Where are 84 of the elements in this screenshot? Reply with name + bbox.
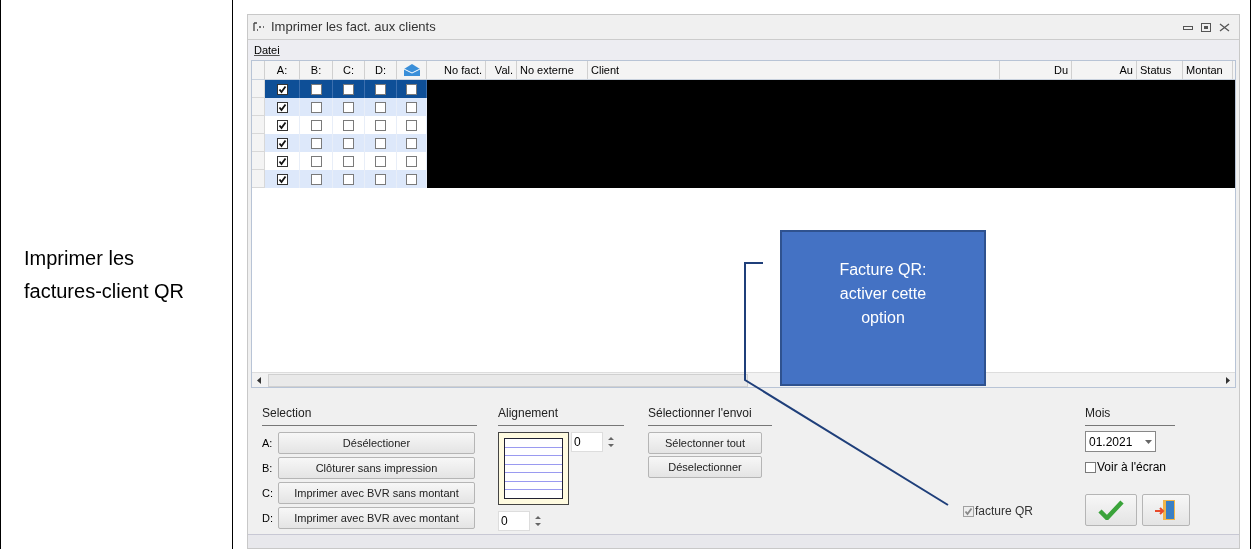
column-header[interactable]: No externe: [517, 61, 588, 79]
row-checkbox[interactable]: [406, 101, 417, 113]
spinner-icon[interactable]: [534, 514, 542, 528]
table-row[interactable]: [252, 152, 427, 170]
row-checkbox[interactable]: [375, 101, 386, 113]
minimize-icon[interactable]: [1183, 23, 1193, 31]
action-button[interactable]: Sélectonner tout: [648, 432, 762, 454]
row-checkbox[interactable]: [276, 173, 288, 185]
row-checkbox[interactable]: [406, 173, 417, 185]
offset-field[interactable]: 0: [498, 511, 530, 531]
row-checkbox[interactable]: [406, 137, 417, 149]
column-header[interactable]: D:: [365, 61, 397, 79]
row-checkbox[interactable]: [406, 83, 417, 95]
option-letter: D:: [262, 510, 274, 526]
scrollbar-thumb[interactable]: [268, 373, 748, 387]
window-icon: [253, 22, 265, 32]
table-row[interactable]: [252, 98, 427, 116]
callout-text: Facture QR: activer cette option: [838, 260, 928, 328]
offset-field[interactable]: 0: [571, 432, 603, 452]
table-row[interactable]: [252, 116, 427, 134]
row-checkbox[interactable]: [310, 155, 322, 167]
column-header[interactable]: A:: [265, 61, 300, 79]
row-checkbox[interactable]: [276, 101, 288, 113]
section-title: Sélectionner l'envoi: [648, 404, 772, 426]
checkmark-icon: [1098, 500, 1124, 520]
maximize-icon[interactable]: [1201, 22, 1211, 32]
column-header[interactable]: B:: [300, 61, 333, 79]
section-title: Alignement: [498, 404, 624, 426]
row-checkbox[interactable]: [375, 119, 386, 131]
row-checkbox[interactable]: [343, 119, 354, 131]
row-checkbox[interactable]: [406, 119, 417, 131]
option-letter: B:: [262, 460, 274, 476]
column-header[interactable]: Val.: [486, 61, 517, 79]
caret-icon: [1145, 439, 1152, 444]
row-checkbox[interactable]: [375, 155, 386, 167]
column-header[interactable]: Montan: [1183, 61, 1233, 79]
row-checkbox[interactable]: [375, 173, 386, 185]
action-button[interactable]: Imprimer avec BVR sans montant: [278, 482, 475, 504]
column-header[interactable]: No fact.: [427, 61, 486, 79]
option-letter: A:: [262, 435, 274, 451]
window-title: Imprimer les fact. aux clients: [271, 18, 436, 37]
action-button[interactable]: Imprimer avec BVR avec montant: [278, 507, 475, 529]
column-header[interactable]: Client: [588, 61, 1000, 79]
row-checkbox[interactable]: [310, 137, 322, 149]
row-checkbox[interactable]: [276, 83, 288, 95]
close-icon[interactable]: [1219, 22, 1230, 32]
row-checkbox[interactable]: [310, 101, 322, 113]
column-header[interactable]: C:: [333, 61, 365, 79]
column-header[interactable]: Au: [1072, 61, 1137, 79]
row-checkbox[interactable]: [343, 155, 354, 167]
menu-item[interactable]: Datei: [254, 41, 280, 59]
table-row[interactable]: [252, 80, 427, 98]
checkbox-label: Voir à l'écran: [1097, 459, 1166, 476]
column-header[interactable]: Du: [1000, 61, 1072, 79]
spinner-icon[interactable]: [607, 435, 615, 449]
row-checkbox[interactable]: [276, 137, 288, 149]
row-checkbox[interactable]: [343, 83, 354, 95]
screen-checkbox[interactable]: [1085, 461, 1096, 473]
row-checkbox[interactable]: [343, 101, 354, 113]
action-button[interactable]: Clôturer sans impression: [278, 457, 475, 479]
table-row[interactable]: [252, 170, 427, 188]
row-checkbox[interactable]: [310, 173, 322, 185]
row-checkbox[interactable]: [343, 173, 354, 185]
row-checkbox[interactable]: [343, 137, 354, 149]
row-checkbox[interactable]: [375, 83, 386, 95]
caption-text: Imprimer les factures-client QR: [24, 245, 186, 304]
row-checkbox[interactable]: [310, 83, 322, 95]
action-button[interactable]: Déselectionner: [648, 456, 762, 478]
confirm-button[interactable]: [1085, 494, 1137, 526]
table-row[interactable]: [252, 134, 427, 152]
checkbox-label: facture QR: [974, 503, 1033, 520]
action-button[interactable]: Désélectioner: [278, 432, 475, 454]
exit-button[interactable]: [1142, 494, 1190, 526]
row-checkbox[interactable]: [406, 155, 417, 167]
month-dropdown[interactable]: 01.2021: [1085, 431, 1156, 452]
section-title: Selection: [262, 404, 477, 426]
row-checkbox[interactable]: [276, 119, 288, 131]
row-checkbox[interactable]: [276, 155, 288, 167]
column-header[interactable]: Status: [1137, 61, 1183, 79]
option-letter: C:: [262, 485, 274, 501]
row-checkbox[interactable]: [375, 137, 386, 149]
section-title: Mois: [1085, 404, 1175, 426]
door-icon: [1154, 498, 1178, 522]
row-checkbox[interactable]: [310, 119, 322, 131]
